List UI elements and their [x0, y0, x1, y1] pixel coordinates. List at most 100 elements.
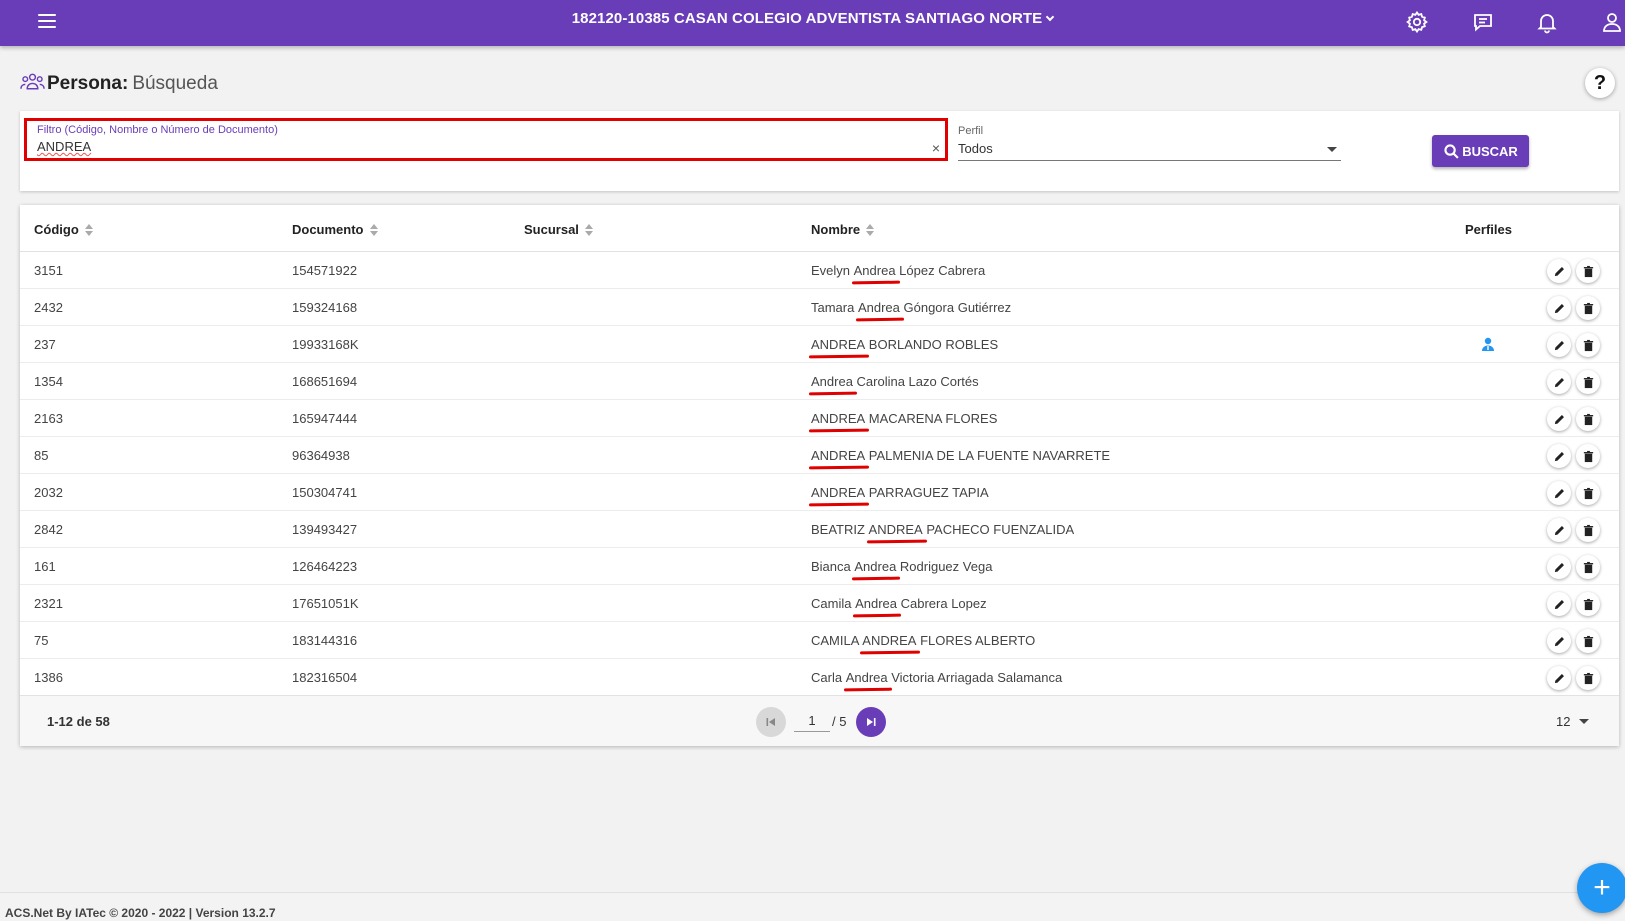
chat-icon[interactable] — [1467, 6, 1499, 38]
user-icon[interactable] — [1596, 6, 1625, 38]
table-row[interactable]: 2032 150304741 ANDREA PARRAGUEZ TAPIA — [20, 474, 1619, 511]
column-header-sucursal[interactable]: Sucursal — [524, 222, 593, 237]
cell-codigo: 2163 — [34, 411, 63, 426]
table-row[interactable]: 237 19933168K ANDREA BORLANDO ROBLES — [20, 326, 1619, 363]
nombre-suffix: Rodriguez Vega — [896, 559, 993, 574]
rows-per-page-select[interactable]: 12 — [1556, 714, 1590, 729]
cell-nombre: Evelyn Andrea López Cabrera — [811, 263, 985, 278]
dropdown-arrow-icon — [1327, 147, 1337, 152]
table-row[interactable]: 2432 159324168 Tamara Andrea Góngora Gutié… — [20, 289, 1619, 326]
column-header-documento[interactable]: Documento — [292, 222, 378, 237]
perfil-label: Perfil — [958, 125, 984, 137]
help-button[interactable]: ? — [1585, 68, 1615, 98]
delete-button[interactable] — [1576, 407, 1600, 431]
edit-button[interactable] — [1547, 407, 1571, 431]
nombre-match-highlight: Andrea — [857, 300, 900, 315]
bell-icon[interactable] — [1531, 6, 1563, 38]
nombre-match-highlight: Andrea — [853, 263, 896, 278]
delete-button[interactable] — [1576, 518, 1600, 542]
trash-icon — [1583, 561, 1593, 573]
table-row[interactable]: 2163 165947444 ANDREA MACARENA FLORES — [20, 400, 1619, 437]
table-row[interactable]: 85 96364938 ANDREA PALMENIA DE LA FUENTE N… — [20, 437, 1619, 474]
nombre-prefix: Evelyn — [811, 263, 854, 278]
nombre-match-highlight: Andrea — [855, 596, 897, 611]
edit-button[interactable] — [1547, 666, 1571, 690]
column-header-codigo[interactable]: Código — [34, 222, 93, 237]
delete-button[interactable] — [1576, 629, 1600, 653]
search-button[interactable]: BUSCAR — [1432, 135, 1529, 167]
filter-value[interactable]: ANDREA — [37, 139, 935, 154]
column-header-nombre[interactable]: Nombre — [811, 222, 875, 237]
pencil-icon — [1554, 340, 1564, 350]
add-button[interactable]: + — [1577, 863, 1625, 913]
filter-search-input[interactable]: Filtro (Código, Nombre o Número de Docum… — [24, 118, 948, 161]
edit-button[interactable] — [1547, 370, 1571, 394]
perfil-select[interactable]: Perfil Todos — [958, 125, 1341, 161]
people-group-icon — [20, 71, 45, 98]
edit-button[interactable] — [1547, 444, 1571, 468]
settings-gear-icon[interactable] — [1401, 6, 1433, 38]
cell-codigo: 1386 — [34, 670, 63, 685]
delete-button[interactable] — [1576, 592, 1600, 616]
cell-documento: 96364938 — [292, 448, 350, 463]
page-subtitle: Búsqueda — [132, 73, 218, 94]
cell-documento: 126464223 — [292, 559, 358, 574]
edit-button[interactable] — [1547, 592, 1571, 616]
table-row[interactable]: 1354 168651694 Andrea Carolina Lazo Cortés — [20, 363, 1619, 400]
table-row[interactable]: 1386 182316504 Carla Andrea Victoria Arria… — [20, 659, 1619, 696]
trash-icon — [1583, 376, 1593, 388]
cell-documento: 168651694 — [292, 374, 358, 389]
edit-button[interactable] — [1547, 481, 1571, 505]
delete-button[interactable] — [1576, 481, 1600, 505]
dropdown-arrow-icon — [1579, 719, 1590, 724]
page-number-input[interactable] — [794, 710, 830, 732]
search-icon — [1444, 143, 1459, 159]
school-label: 182120-10385 CASAN COLEGIO ADVENTISTA SA… — [571, 10, 1043, 27]
trash-icon — [1583, 450, 1593, 462]
cell-nombre: CAMILA ANDREA FLORES ALBERTO — [811, 633, 1035, 648]
delete-button[interactable] — [1576, 333, 1600, 357]
delete-button[interactable] — [1576, 666, 1600, 690]
table-row[interactable]: 75 183144316 CAMILA ANDREA FLORES ALBERTO — [20, 622, 1619, 659]
cell-nombre: ANDREA PALMENIA DE LA FUENTE NAVARRETE — [811, 448, 1110, 463]
page-total: / 5 — [832, 714, 847, 729]
first-page-button[interactable] — [756, 707, 786, 737]
search-button-label: BUSCAR — [1462, 143, 1518, 159]
delete-button[interactable] — [1576, 370, 1600, 394]
sort-icon — [369, 223, 378, 236]
edit-button[interactable] — [1547, 518, 1571, 542]
delete-button[interactable] — [1576, 259, 1600, 283]
nombre-match-highlight: Andrea — [845, 670, 888, 685]
profile-user-icon[interactable] — [1480, 336, 1496, 352]
first-page-icon — [766, 718, 775, 726]
cell-nombre: Bianca Andrea Rodriguez Vega — [811, 559, 992, 574]
cell-documento: 139493427 — [292, 522, 358, 537]
nombre-prefix: Camila — [811, 596, 856, 611]
edit-button[interactable] — [1547, 629, 1571, 653]
school-selector[interactable]: 182120-10385 CASAN COLEGIO ADVENTISTA SA… — [0, 10, 1625, 27]
edit-button[interactable] — [1547, 259, 1571, 283]
cell-codigo: 3151 — [34, 263, 63, 278]
last-page-button[interactable] — [856, 707, 886, 737]
nombre-suffix: Góngora Gutiérrez — [899, 300, 1012, 315]
table-row[interactable]: 161 126464223 Bianca Andrea Rodriguez Vega — [20, 548, 1619, 585]
cell-documento: 150304741 — [292, 485, 358, 500]
table-row[interactable]: 3151 154571922 Evelyn Andrea López Cabrera — [20, 252, 1619, 289]
delete-button[interactable] — [1576, 555, 1600, 579]
cell-codigo: 2032 — [34, 485, 63, 500]
table-row[interactable]: 2321 17651051K Camila Andrea Cabrera Lopez — [20, 585, 1619, 622]
clear-icon[interactable]: × — [932, 140, 940, 156]
filter-card: Filtro (Código, Nombre o Número de Docum… — [20, 111, 1619, 191]
table-row[interactable]: 2842 139493427 BEATRIZ ANDREA PACHECO FUEN… — [20, 511, 1619, 548]
pencil-icon — [1554, 266, 1564, 276]
edit-button[interactable] — [1547, 333, 1571, 357]
page-title: Persona: — [47, 73, 129, 94]
last-page-icon — [867, 718, 876, 726]
nombre-suffix: FLORES ALBERTO — [916, 633, 1036, 648]
footer-text: ACS.Net By IATec © 2020 - 2022 | Version… — [5, 906, 276, 920]
edit-button[interactable] — [1547, 296, 1571, 320]
delete-button[interactable] — [1576, 296, 1600, 320]
delete-button[interactable] — [1576, 444, 1600, 468]
nombre-prefix: Tamara — [811, 300, 858, 315]
edit-button[interactable] — [1547, 555, 1571, 579]
